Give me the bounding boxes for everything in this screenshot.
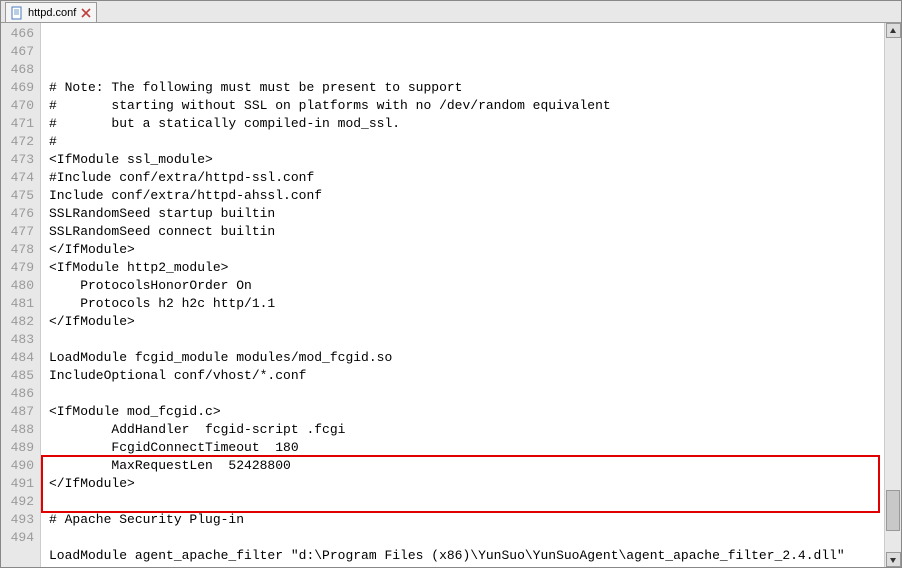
code-line[interactable]: # starting without SSL on platforms with… — [49, 97, 884, 115]
scroll-track[interactable] — [885, 38, 901, 552]
code-line[interactable]: MaxRequestLen 52428800 — [49, 457, 884, 475]
line-number: 472 — [1, 133, 34, 151]
code-line[interactable]: # but a statically compiled-in mod_ssl. — [49, 115, 884, 133]
line-number: 473 — [1, 151, 34, 169]
file-icon — [10, 6, 24, 20]
code-line[interactable]: #Include conf/extra/httpd-ssl.conf — [49, 169, 884, 187]
code-line[interactable] — [49, 565, 884, 567]
line-number: 469 — [1, 79, 34, 97]
close-icon[interactable] — [80, 7, 92, 19]
code-line[interactable]: Protocols h2 h2c http/1.1 — [49, 295, 884, 313]
line-number: 471 — [1, 115, 34, 133]
code-line[interactable]: <IfModule mod_fcgid.c> — [49, 403, 884, 421]
code-line[interactable]: IncludeOptional conf/vhost/*.conf — [49, 367, 884, 385]
code-line[interactable] — [49, 331, 884, 349]
code-line[interactable]: SSLRandomSeed startup builtin — [49, 205, 884, 223]
code-line[interactable]: LoadModule fcgid_module modules/mod_fcgi… — [49, 349, 884, 367]
line-number: 474 — [1, 169, 34, 187]
line-number: 485 — [1, 367, 34, 385]
code-line[interactable]: FcgidConnectTimeout 180 — [49, 439, 884, 457]
code-line[interactable] — [49, 493, 884, 511]
line-number: 466 — [1, 25, 34, 43]
code-line[interactable]: <IfModule http2_module> — [49, 259, 884, 277]
code-line[interactable] — [49, 385, 884, 403]
code-line[interactable]: </IfModule> — [49, 475, 884, 493]
line-number-gutter: 4664674684694704714724734744754764774784… — [1, 23, 41, 567]
tab-filename: httpd.conf — [28, 7, 76, 19]
code-line[interactable]: <IfModule ssl_module> — [49, 151, 884, 169]
line-number: 481 — [1, 295, 34, 313]
code-line[interactable]: # Note: The following must must be prese… — [49, 79, 884, 97]
code-line[interactable] — [49, 529, 884, 547]
line-number: 490 — [1, 457, 34, 475]
code-line[interactable]: </IfModule> — [49, 241, 884, 259]
line-number: 493 — [1, 511, 34, 529]
line-number: 489 — [1, 439, 34, 457]
code-line[interactable]: # — [49, 133, 884, 151]
line-number: 486 — [1, 385, 34, 403]
line-number: 480 — [1, 277, 34, 295]
line-number: 492 — [1, 493, 34, 511]
code-line[interactable]: </IfModule> — [49, 313, 884, 331]
line-number: 494 — [1, 529, 34, 547]
code-line[interactable]: # Apache Security Plug-in — [49, 511, 884, 529]
code-line[interactable]: ProtocolsHonorOrder On — [49, 277, 884, 295]
line-number: 475 — [1, 187, 34, 205]
line-number: 488 — [1, 421, 34, 439]
code-line[interactable]: LoadModule agent_apache_filter "d:\Progr… — [49, 547, 884, 565]
code-area[interactable]: # Note: The following must must be prese… — [41, 23, 884, 567]
line-number: 476 — [1, 205, 34, 223]
code-line[interactable]: SSLRandomSeed connect builtin — [49, 223, 884, 241]
line-number: 467 — [1, 43, 34, 61]
line-number: 468 — [1, 61, 34, 79]
scroll-down-button[interactable] — [886, 552, 901, 567]
line-number: 487 — [1, 403, 34, 421]
line-number: 479 — [1, 259, 34, 277]
line-number: 470 — [1, 97, 34, 115]
line-number: 478 — [1, 241, 34, 259]
scroll-up-button[interactable] — [886, 23, 901, 38]
line-number: 483 — [1, 331, 34, 349]
line-number: 477 — [1, 223, 34, 241]
line-number: 482 — [1, 313, 34, 331]
code-line[interactable]: AddHandler fcgid-script .fcgi — [49, 421, 884, 439]
line-number: 484 — [1, 349, 34, 367]
code-line[interactable]: Include conf/extra/httpd-ahssl.conf — [49, 187, 884, 205]
vertical-scrollbar[interactable] — [884, 23, 901, 567]
scroll-thumb[interactable] — [886, 490, 900, 531]
tab-httpd-conf[interactable]: httpd.conf — [5, 2, 97, 22]
line-number: 491 — [1, 475, 34, 493]
editor: 4664674684694704714724734744754764774784… — [1, 23, 901, 567]
tab-bar: httpd.conf — [1, 1, 901, 23]
